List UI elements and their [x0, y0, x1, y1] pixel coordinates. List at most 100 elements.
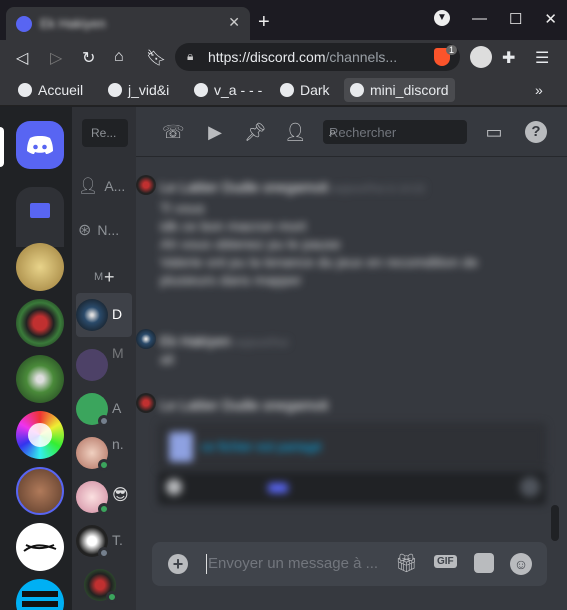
- author-name: Le Lattier Dudle onegamoit: [160, 179, 329, 195]
- home-button[interactable]: [16, 121, 64, 169]
- nitro-link[interactable]: ⊛ N...: [78, 215, 136, 245]
- bookmark-accueil[interactable]: Accueil: [18, 80, 83, 100]
- brave-badge: 1: [445, 45, 457, 55]
- sticker-icon[interactable]: [474, 553, 494, 573]
- close-window-icon[interactable]: ✕: [544, 10, 557, 28]
- avatar: [76, 299, 108, 331]
- bookmark-mini-discord[interactable]: mini_discord: [344, 78, 455, 102]
- minimize-icon[interactable]: —: [472, 10, 487, 28]
- back-icon[interactable]: ◁: [16, 48, 28, 68]
- dm-name: M: [112, 345, 124, 361]
- add-friends-to-dm-icon[interactable]: 👤︎: [284, 121, 307, 143]
- reload-icon[interactable]: ↻: [82, 48, 95, 68]
- play-icon[interactable]: [166, 479, 182, 495]
- message-author[interactable]: Le Lattier Dudle onegamoit aujourd'hui à…: [160, 179, 425, 195]
- avatar[interactable]: [136, 329, 156, 349]
- emoji-icon[interactable]: ☺: [510, 553, 532, 575]
- text-cursor: [206, 554, 207, 574]
- gift-icon[interactable]: 🎁︎: [395, 553, 418, 574]
- url-text: https://discord.com/channels...: [208, 49, 398, 65]
- dm-header: M: [94, 271, 104, 283]
- close-tab-icon[interactable]: ✕: [228, 14, 240, 31]
- avatar[interactable]: [136, 393, 156, 413]
- gif-button[interactable]: GIF: [434, 555, 457, 568]
- bookmarks-overflow[interactable]: »: [535, 80, 543, 100]
- discord-favicon-icon: [16, 16, 32, 32]
- message-group: Le Lattier Dudle onegamoit ce fichier es…: [136, 393, 567, 513]
- file-attachment[interactable]: ce fichier est partagé: [158, 423, 546, 469]
- search-input[interactable]: Rechercher ⌕: [323, 120, 467, 144]
- menu-icon[interactable]: ☰: [535, 48, 549, 68]
- forward-icon[interactable]: ▷: [50, 48, 62, 68]
- message-line: plusieurs dans mapper: [160, 272, 302, 288]
- browser-tab[interactable]: Ek Hakiyen ✕: [6, 7, 250, 40]
- bookmark-dark[interactable]: Dark: [280, 80, 330, 100]
- dm-item[interactable]: A: [76, 387, 132, 431]
- bookmark-icon[interactable]: 🔖︎: [146, 48, 166, 68]
- audio-player[interactable]: [158, 471, 546, 505]
- help-icon[interactable]: ?: [525, 121, 547, 143]
- bookmark-v-a[interactable]: v_a - - -: [194, 80, 262, 100]
- message-author[interactable]: Le Lattier Dudle onegamoit: [160, 397, 328, 413]
- message-content: ali: [160, 351, 175, 367]
- file-icon: [169, 432, 193, 462]
- dm-item[interactable]: T.: [76, 519, 132, 563]
- dm-item-active[interactable]: D: [76, 293, 132, 337]
- globe-icon: [350, 83, 364, 97]
- status-offline-icon: [98, 415, 110, 427]
- tab-title: Ek Hakiyen: [40, 16, 106, 31]
- file-name: ce fichier est partagé: [201, 439, 322, 454]
- server-icon-3[interactable]: [16, 355, 64, 403]
- dm-item[interactable]: 😎︎: [76, 475, 132, 519]
- dm-item[interactable]: [76, 563, 132, 607]
- find-conversation-input[interactable]: Re...: [82, 119, 128, 147]
- chat-scrollbar[interactable]: [551, 505, 559, 541]
- new-tab-button[interactable]: +: [258, 11, 270, 34]
- create-dm-button[interactable]: +: [104, 267, 115, 288]
- message-author[interactable]: Ek Hakiyen aujourd'hui: [160, 333, 288, 349]
- server-icon-4[interactable]: [16, 411, 64, 459]
- start-voice-call-icon[interactable]: ☏: [162, 121, 185, 143]
- message-input-placeholder: Envoyer un message à ...: [208, 555, 379, 572]
- bookmark-j-vid[interactable]: j_vid&i: [108, 80, 169, 100]
- server-icon-drawing[interactable]: [16, 523, 64, 571]
- dm-item[interactable]: M: [76, 343, 132, 387]
- server-icon-2[interactable]: [16, 299, 64, 347]
- server-list: [0, 107, 72, 610]
- volume-icon[interactable]: [520, 477, 540, 497]
- status-online-icon: [106, 591, 118, 603]
- address-bar[interactable]: 🔒︎ https://discord.com/channels... 1: [175, 43, 460, 71]
- friends-link[interactable]: 👤︎ A...: [78, 171, 136, 201]
- handshake-drawing-icon: [23, 544, 57, 552]
- status-online-icon: [98, 503, 110, 515]
- server-icon-4-inner: [28, 423, 52, 447]
- tab-search-icon[interactable]: ▼: [433, 10, 450, 26]
- pinned-messages-icon[interactable]: 📌︎: [244, 121, 267, 143]
- message-composer[interactable]: + Envoyer un message à ... 🎁︎ GIF ☺: [152, 542, 547, 586]
- dm-item[interactable]: n.: [76, 431, 132, 475]
- window-controls: ▼ — ☐ ✕: [433, 10, 557, 28]
- globe-icon: [108, 83, 122, 97]
- server-icon-pizza[interactable]: [16, 467, 64, 515]
- attach-plus-icon[interactable]: +: [168, 554, 188, 574]
- lock-icon: 🔒︎: [187, 49, 194, 63]
- maximize-icon[interactable]: ☐: [509, 10, 522, 28]
- chat-header: ☏ ▶ 📌︎ 👤︎ Rechercher ⌕ ▭ ?: [136, 107, 567, 157]
- extensions-icon[interactable]: ✚: [502, 48, 515, 68]
- avatar[interactable]: [136, 175, 156, 195]
- server-icon-food[interactable]: [16, 243, 64, 291]
- start-video-call-icon[interactable]: ▶: [204, 121, 226, 143]
- stripe-2: [22, 601, 58, 607]
- server-folder[interactable]: [16, 187, 64, 247]
- inbox-icon[interactable]: ▭: [483, 121, 505, 143]
- dm-name: n.: [112, 436, 124, 452]
- globe-icon: [18, 83, 32, 97]
- avatar: [76, 349, 108, 381]
- server-icon-6[interactable]: [16, 579, 64, 610]
- chat-area: ☏ ▶ 📌︎ 👤︎ Rechercher ⌕ ▭ ? Le Lattier Du…: [136, 107, 567, 610]
- dm-name: A: [112, 400, 122, 416]
- home-icon[interactable]: ⌂: [114, 48, 124, 66]
- friends-icon: 👤︎: [78, 178, 99, 195]
- message-group: Le Lattier Dudle onegamoit aujourd'hui à…: [136, 175, 567, 305]
- profile-icon[interactable]: [470, 46, 492, 68]
